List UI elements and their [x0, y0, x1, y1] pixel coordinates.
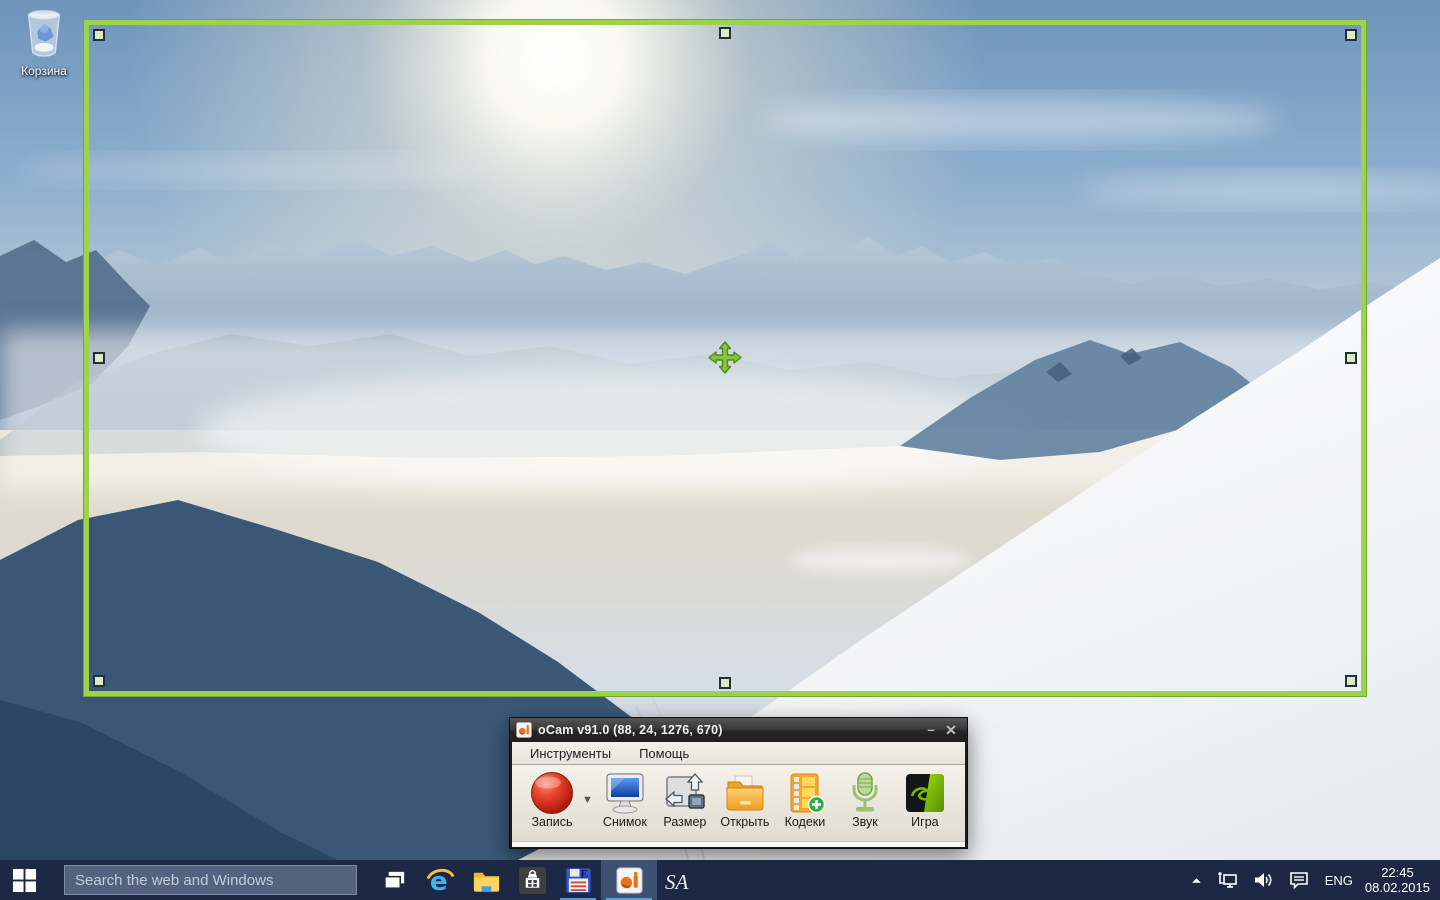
game-button[interactable]: Игра [895, 769, 955, 839]
ocam-titlebar[interactable]: oCam v91.0 (88, 24, 1276, 670) – ✕ [510, 718, 967, 742]
ocam-toolbar: Запись ▼ Снимок Размер Открыть Кодеки Зв… [512, 765, 965, 841]
move-region-icon[interactable] [707, 340, 743, 376]
record-button[interactable]: Запись [522, 769, 582, 839]
resize-icon [663, 769, 707, 817]
open-button[interactable]: Открыть [715, 769, 775, 839]
windows-logo-icon [12, 868, 36, 892]
resize-handle-top-right[interactable] [1345, 29, 1357, 41]
action-center-button[interactable] [1281, 860, 1317, 900]
record-icon [529, 769, 575, 817]
chevron-up-icon [1191, 877, 1201, 883]
network-icon [1218, 872, 1237, 888]
task-view-button[interactable] [371, 860, 417, 900]
taskbar-item-windows-store[interactable] [509, 860, 555, 900]
show-hidden-icons-button[interactable] [1184, 860, 1209, 900]
taskbar-item-file-explorer[interactable] [463, 860, 509, 900]
speaker-icon [1254, 873, 1272, 887]
taskbar-item-ocam[interactable] [601, 860, 657, 900]
resize-handle-bottom-center[interactable] [719, 677, 731, 689]
record-dropdown-icon[interactable]: ▼ [582, 794, 593, 806]
open-folder-icon [723, 769, 767, 817]
screenshot-label: Снимок [602, 815, 647, 829]
clock-time: 22:45 [1381, 865, 1414, 880]
window-title: oCam v91.0 (88, 24, 1276, 670) [538, 723, 723, 737]
resize-button[interactable]: Размер [655, 769, 715, 839]
resize-handle-middle-left[interactable] [93, 352, 105, 364]
ocam-taskbar-icon [616, 867, 642, 893]
screenshot-icon [603, 769, 647, 817]
codecs-button[interactable]: Кодеки [775, 769, 835, 839]
game-nvidia-icon [903, 769, 947, 817]
resize-handle-top-center[interactable] [719, 27, 731, 39]
resize-label: Размер [663, 815, 707, 829]
game-label: Игра [911, 815, 939, 829]
task-view-icon [383, 871, 404, 889]
floppy-disk-app-icon: E [564, 866, 592, 894]
search-input[interactable] [64, 865, 357, 895]
sound-button[interactable]: Звук [835, 769, 895, 839]
clock[interactable]: 22:45 08.02.2015 [1361, 865, 1440, 895]
taskbar-item-editor-app[interactable]: E [555, 860, 601, 900]
file-explorer-icon [473, 872, 499, 892]
ocam-statusbar [512, 841, 965, 847]
resize-handle-middle-right[interactable] [1345, 352, 1357, 364]
network-tray-button[interactable] [1209, 860, 1245, 900]
resize-handle-top-left[interactable] [93, 29, 105, 41]
taskbar-item-internet-explorer[interactable]: e [417, 860, 463, 900]
internet-explorer-icon: e [426, 867, 454, 895]
ocam-window: oCam v91.0 (88, 24, 1276, 670) – ✕ Инстр… [509, 717, 968, 849]
record-label: Запись [531, 815, 573, 829]
menu-tools[interactable]: Инструменты [520, 744, 621, 763]
codecs-label: Кодеки [784, 815, 826, 829]
open-label: Открыть [720, 815, 770, 829]
minimize-button[interactable]: – [921, 720, 941, 740]
resize-handle-bottom-right[interactable] [1345, 675, 1357, 687]
resize-handle-bottom-left[interactable] [93, 675, 105, 687]
recycle-bin[interactable]: Корзина [8, 8, 80, 78]
system-tray: ENG 22:45 08.02.2015 [1184, 860, 1440, 900]
clock-date: 08.02.2015 [1364, 880, 1430, 895]
language-indicator[interactable]: ENG [1317, 873, 1361, 888]
watermark-text: SA [665, 869, 689, 894]
ocam-menubar: Инструменты Помощь [512, 742, 965, 765]
ocam-body: Инструменты Помощь Запись ▼ Снимок Разме… [512, 742, 965, 847]
sound-microphone-icon [843, 769, 887, 817]
screenshot-button[interactable]: Снимок [595, 769, 655, 839]
capture-region-frame[interactable] [83, 19, 1367, 697]
start-button[interactable] [0, 860, 48, 900]
recycle-bin-icon [27, 9, 61, 57]
action-center-icon [1289, 872, 1308, 890]
ocam-app-icon [516, 722, 532, 738]
taskbar: e E [0, 860, 1440, 900]
windows-store-icon [518, 866, 546, 894]
volume-tray-button[interactable] [1245, 860, 1281, 900]
menu-help[interactable]: Помощь [629, 744, 699, 763]
codecs-icon [783, 769, 827, 817]
close-button[interactable]: ✕ [941, 720, 961, 740]
sound-label: Звук [852, 815, 878, 829]
svg-text:E: E [580, 867, 588, 880]
recycle-bin-label: Корзина [21, 64, 67, 78]
